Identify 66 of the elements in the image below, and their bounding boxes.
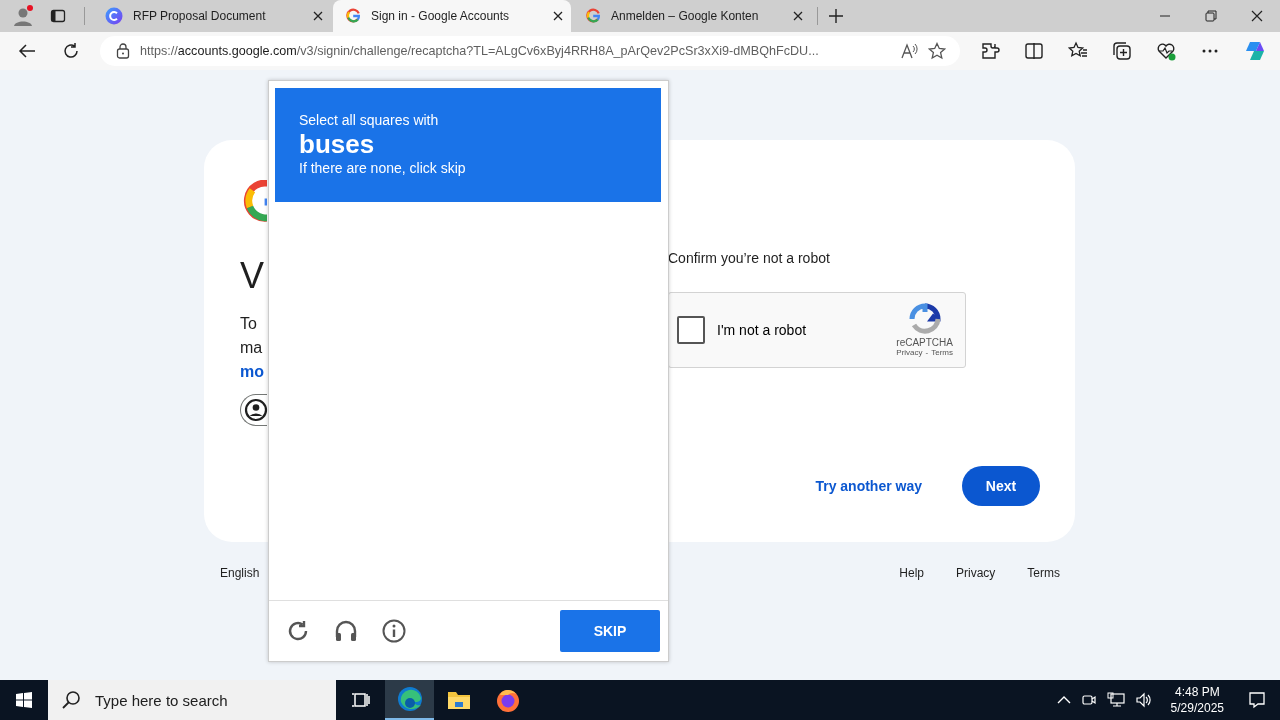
windows-start-icon[interactable] xyxy=(16,692,32,708)
separator-text: - xyxy=(925,348,929,357)
new-tab-icon[interactable] xyxy=(829,9,843,23)
google-logo-icon xyxy=(585,8,601,24)
search-icon xyxy=(61,690,81,710)
confirm-label: Confirm you’re not a robot xyxy=(668,249,830,268)
account-chip[interactable] xyxy=(240,394,267,426)
next-button[interactable]: Next xyxy=(962,466,1040,506)
language-selector[interactable]: English xyxy=(220,566,260,580)
taskbar-search-field[interactable]: Type here to search xyxy=(48,680,336,720)
browser-tab[interactable]: RFP Proposal Document xyxy=(93,0,331,32)
recaptcha-brand: reCAPTCHA xyxy=(896,337,953,348)
robot-checkbox[interactable] xyxy=(677,316,705,344)
back-icon[interactable] xyxy=(18,42,36,60)
privacy-link[interactable]: Privacy xyxy=(896,348,923,357)
read-aloud-icon[interactable] xyxy=(900,42,918,60)
terms-link[interactable]: Terms xyxy=(931,348,953,357)
notification-icon[interactable] xyxy=(1248,691,1266,709)
network-icon[interactable] xyxy=(1106,692,1125,708)
extensions-icon[interactable] xyxy=(980,41,1000,61)
reload-icon[interactable] xyxy=(62,42,80,60)
task-view-icon[interactable] xyxy=(350,690,371,710)
learn-more-link[interactable]: mo xyxy=(240,360,264,384)
google-logo-icon xyxy=(345,8,361,24)
lock-icon xyxy=(116,43,130,59)
skip-button[interactable]: SKIP xyxy=(560,610,660,652)
copilot-icon xyxy=(105,7,123,25)
challenge-hint: If there are none, click skip xyxy=(299,159,467,177)
tab-actions-icon[interactable] xyxy=(50,8,66,24)
recaptcha-logo-icon xyxy=(908,303,941,335)
info-icon[interactable] xyxy=(382,619,406,643)
clock-time[interactable]: 4:48 PM xyxy=(1174,684,1220,700)
page-heading: V xyxy=(240,254,264,298)
description-text: To xyxy=(240,314,257,334)
description-text: ma xyxy=(240,338,263,358)
close-icon[interactable] xyxy=(313,11,323,21)
collections-icon[interactable] xyxy=(1112,41,1132,61)
browser-tab[interactable]: Anmelden – Google Konten xyxy=(573,0,811,32)
challenge-target: buses xyxy=(299,129,376,159)
reload-icon[interactable] xyxy=(286,619,310,643)
camera-icon[interactable] xyxy=(1080,692,1097,708)
footer-link[interactable]: Terms xyxy=(1027,566,1060,580)
profile-icon[interactable] xyxy=(12,5,34,27)
close-icon[interactable] xyxy=(1250,9,1264,23)
copilot-icon[interactable] xyxy=(1244,40,1266,62)
challenge-prompt: Select all squares with xyxy=(299,111,440,129)
close-icon[interactable] xyxy=(793,11,803,21)
firefox-icon[interactable] xyxy=(494,687,521,713)
try-another-way-button[interactable]: Try another way xyxy=(815,478,922,494)
heart-pulse-icon[interactable] xyxy=(1156,41,1176,61)
footer-link[interactable]: Help xyxy=(899,566,924,580)
edge-icon[interactable] xyxy=(396,686,423,712)
footer-link[interactable]: Privacy xyxy=(956,566,996,580)
clock-date[interactable]: 5/29/2025 xyxy=(1170,700,1224,716)
account-circle-icon xyxy=(244,398,268,422)
split-screen-icon[interactable] xyxy=(1024,41,1044,61)
star-icon[interactable] xyxy=(928,42,946,60)
restore-icon[interactable] xyxy=(1204,9,1218,23)
checkbox-label: I'm not a robot xyxy=(717,322,808,338)
headphones-icon[interactable] xyxy=(334,619,358,643)
address-bar[interactable]: https://accounts.google.com/v3/signin/challenge/recaptcha?TL=ALgCv6xByj4RRH8A_pArQev2PcSr3xXi9-dMBQhFcDU... xyxy=(100,36,960,66)
google-logo-icon xyxy=(243,180,267,224)
browser-tab[interactable]: Sign in - Google Accounts xyxy=(333,0,571,32)
volume-icon[interactable] xyxy=(1134,692,1153,708)
taskbar-app-button[interactable] xyxy=(385,680,434,720)
close-icon[interactable] xyxy=(553,11,563,21)
